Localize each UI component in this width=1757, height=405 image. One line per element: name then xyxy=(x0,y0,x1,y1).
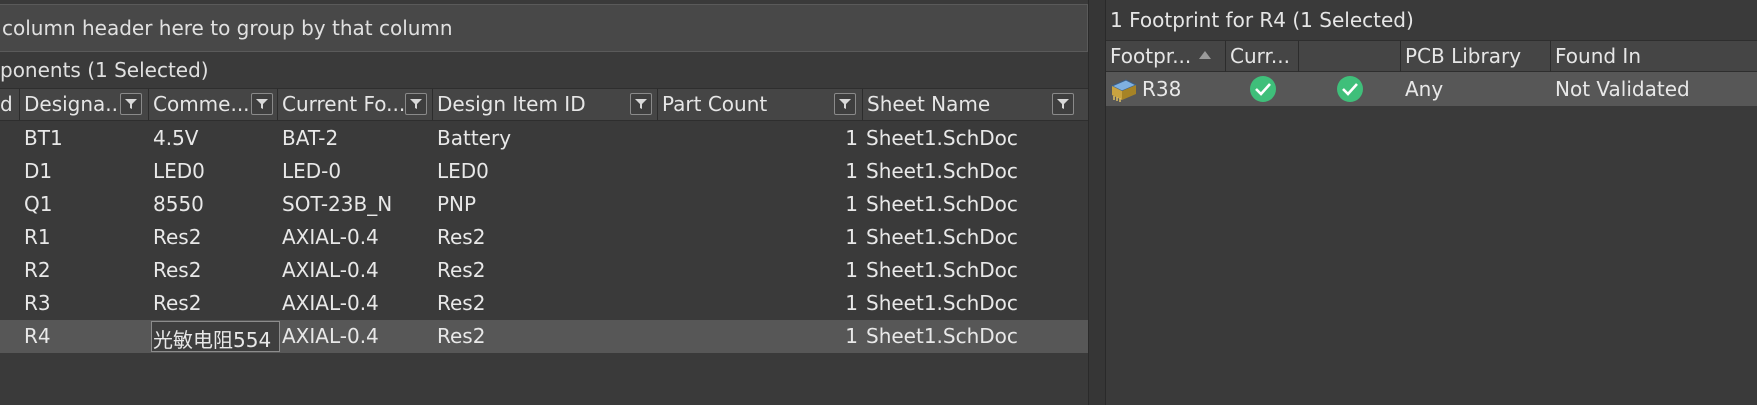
component-row[interactable]: Q1 8550 SOT-23B_N PNP 1 Sheet1.SchDoc xyxy=(0,188,1088,221)
comment-cell[interactable]: Res2 xyxy=(153,225,201,249)
column-header-selected[interactable]: d xyxy=(0,89,20,120)
component-row[interactable]: R1 Res2 AXIAL-0.4 Res2 1 Sheet1.SchDoc xyxy=(0,221,1088,254)
filter-icon[interactable] xyxy=(405,93,427,115)
design-item-id-cell: Res2 xyxy=(437,258,486,282)
comment-cell: 光敏电阻554 xyxy=(153,328,272,352)
design-item-id-cell: Res2 xyxy=(437,225,486,249)
comment-cell[interactable]: 4.5V xyxy=(153,126,199,150)
column-header-current-footprint[interactable]: Current Fo... xyxy=(278,89,433,120)
part-count-cell: 1 xyxy=(845,126,858,150)
footprint-cell: AXIAL-0.4 xyxy=(282,324,379,348)
filter-icon[interactable] xyxy=(630,93,652,115)
designator-cell: D1 xyxy=(24,159,53,183)
comment-cell[interactable]: Res2 xyxy=(153,258,201,282)
sheet-name-cell: Sheet1.SchDoc xyxy=(866,126,1018,150)
footprints-title: 1 Footprint for R4 (1 Selected) xyxy=(1110,8,1414,32)
designator-cell: R3 xyxy=(24,291,51,315)
column-header-comment[interactable]: Comme... xyxy=(149,89,278,120)
component-row[interactable]: R3 Res2 AXIAL-0.4 Res2 1 Sheet1.SchDoc xyxy=(0,287,1088,320)
part-count-cell: 1 xyxy=(845,159,858,183)
panel-splitter[interactable] xyxy=(1088,0,1106,405)
comment-cell[interactable]: 8550 xyxy=(153,192,204,216)
designator-cell: R2 xyxy=(24,258,51,282)
designator-cell: R4 xyxy=(24,324,51,348)
components-panel: column header here to group by that colu… xyxy=(0,0,1088,405)
filter-icon[interactable] xyxy=(251,93,273,115)
check-icon xyxy=(1250,76,1276,102)
sheet-name-cell: Sheet1.SchDoc xyxy=(866,291,1018,315)
group-by-bar[interactable]: column header here to group by that colu… xyxy=(0,4,1088,52)
column-header-found-in[interactable]: Found In xyxy=(1551,41,1757,72)
footprint-cell: LED-0 xyxy=(282,159,342,183)
designator-cell: BT1 xyxy=(24,126,63,150)
design-item-id-cell: Res2 xyxy=(437,291,486,315)
comment-edit-field[interactable]: 光敏电阻554 xyxy=(151,321,280,352)
sheet-name-cell: Sheet1.SchDoc xyxy=(866,192,1018,216)
designator-cell: R1 xyxy=(24,225,51,249)
column-header-current[interactable]: Curr... xyxy=(1226,41,1299,72)
sheet-name-cell: Sheet1.SchDoc xyxy=(866,324,1018,348)
footprint-icon xyxy=(1110,79,1138,102)
component-row[interactable]: BT1 4.5V BAT-2 Battery 1 Sheet1.SchDoc xyxy=(0,122,1088,155)
column-header-unnamed[interactable] xyxy=(1299,41,1401,72)
column-header-designator[interactable]: Designa... xyxy=(20,89,149,120)
filter-icon[interactable] xyxy=(120,93,142,115)
sort-ascending-icon xyxy=(1199,51,1211,59)
part-count-cell: 1 xyxy=(845,324,858,348)
sheet-name-cell: Sheet1.SchDoc xyxy=(866,225,1018,249)
part-count-cell: 1 xyxy=(845,291,858,315)
footprint-cell: SOT-23B_N xyxy=(282,192,393,216)
filter-icon[interactable] xyxy=(1052,93,1074,115)
sheet-name-cell: Sheet1.SchDoc xyxy=(866,258,1018,282)
filter-icon[interactable] xyxy=(834,93,856,115)
column-header-design-item-id[interactable]: Design Item ID xyxy=(433,89,658,120)
check-icon xyxy=(1337,76,1363,102)
column-header-sheet-name[interactable]: Sheet Name xyxy=(863,89,1088,120)
part-count-cell: 1 xyxy=(845,192,858,216)
footprint-name-cell: R38 xyxy=(1142,77,1182,101)
design-item-id-cell: Battery xyxy=(437,126,512,150)
components-title-bar: ponents (1 Selected) xyxy=(0,56,1088,86)
part-count-cell: 1 xyxy=(845,258,858,282)
design-item-id-cell: PNP xyxy=(437,192,477,216)
column-header-pcb-library[interactable]: PCB Library xyxy=(1401,41,1551,72)
column-header-part-count[interactable]: Part Count xyxy=(658,89,863,120)
component-row[interactable]: D1 LED0 LED-0 LED0 1 Sheet1.SchDoc xyxy=(0,155,1088,188)
found-in-cell: Not Validated xyxy=(1555,77,1690,101)
group-by-hint: column header here to group by that colu… xyxy=(2,16,453,40)
part-count-cell: 1 xyxy=(845,225,858,249)
components-title: ponents (1 Selected) xyxy=(0,58,209,82)
comment-cell[interactable]: LED0 xyxy=(153,159,205,183)
designator-cell: Q1 xyxy=(24,192,53,216)
comment-cell[interactable]: Res2 xyxy=(153,291,201,315)
design-item-id-cell: LED0 xyxy=(437,159,489,183)
column-header-footprint[interactable]: Footpr... xyxy=(1106,41,1226,72)
footprints-table-header: Footpr... Curr... PCB Library Found In xyxy=(1106,40,1757,72)
component-row-selected[interactable]: R4 光敏电阻554 AXIAL-0.4 Res2 1 Sheet1.SchDo… xyxy=(0,320,1088,353)
footprint-cell: AXIAL-0.4 xyxy=(282,225,379,249)
pcb-library-cell: Any xyxy=(1405,77,1444,101)
footprint-cell: AXIAL-0.4 xyxy=(282,291,379,315)
component-row[interactable]: R2 Res2 AXIAL-0.4 Res2 1 Sheet1.SchDoc xyxy=(0,254,1088,287)
sheet-name-cell: Sheet1.SchDoc xyxy=(866,159,1018,183)
footprint-row-selected[interactable]: R38 Any Not Validated xyxy=(1106,72,1757,106)
footprint-cell: AXIAL-0.4 xyxy=(282,258,379,282)
footprints-panel: 1 Footprint for R4 (1 Selected) Footpr..… xyxy=(1106,0,1757,405)
footprint-cell: BAT-2 xyxy=(282,126,339,150)
design-item-id-cell: Res2 xyxy=(437,324,486,348)
components-table-header: d Designa... Comme... Current Fo... Desi… xyxy=(0,88,1088,121)
